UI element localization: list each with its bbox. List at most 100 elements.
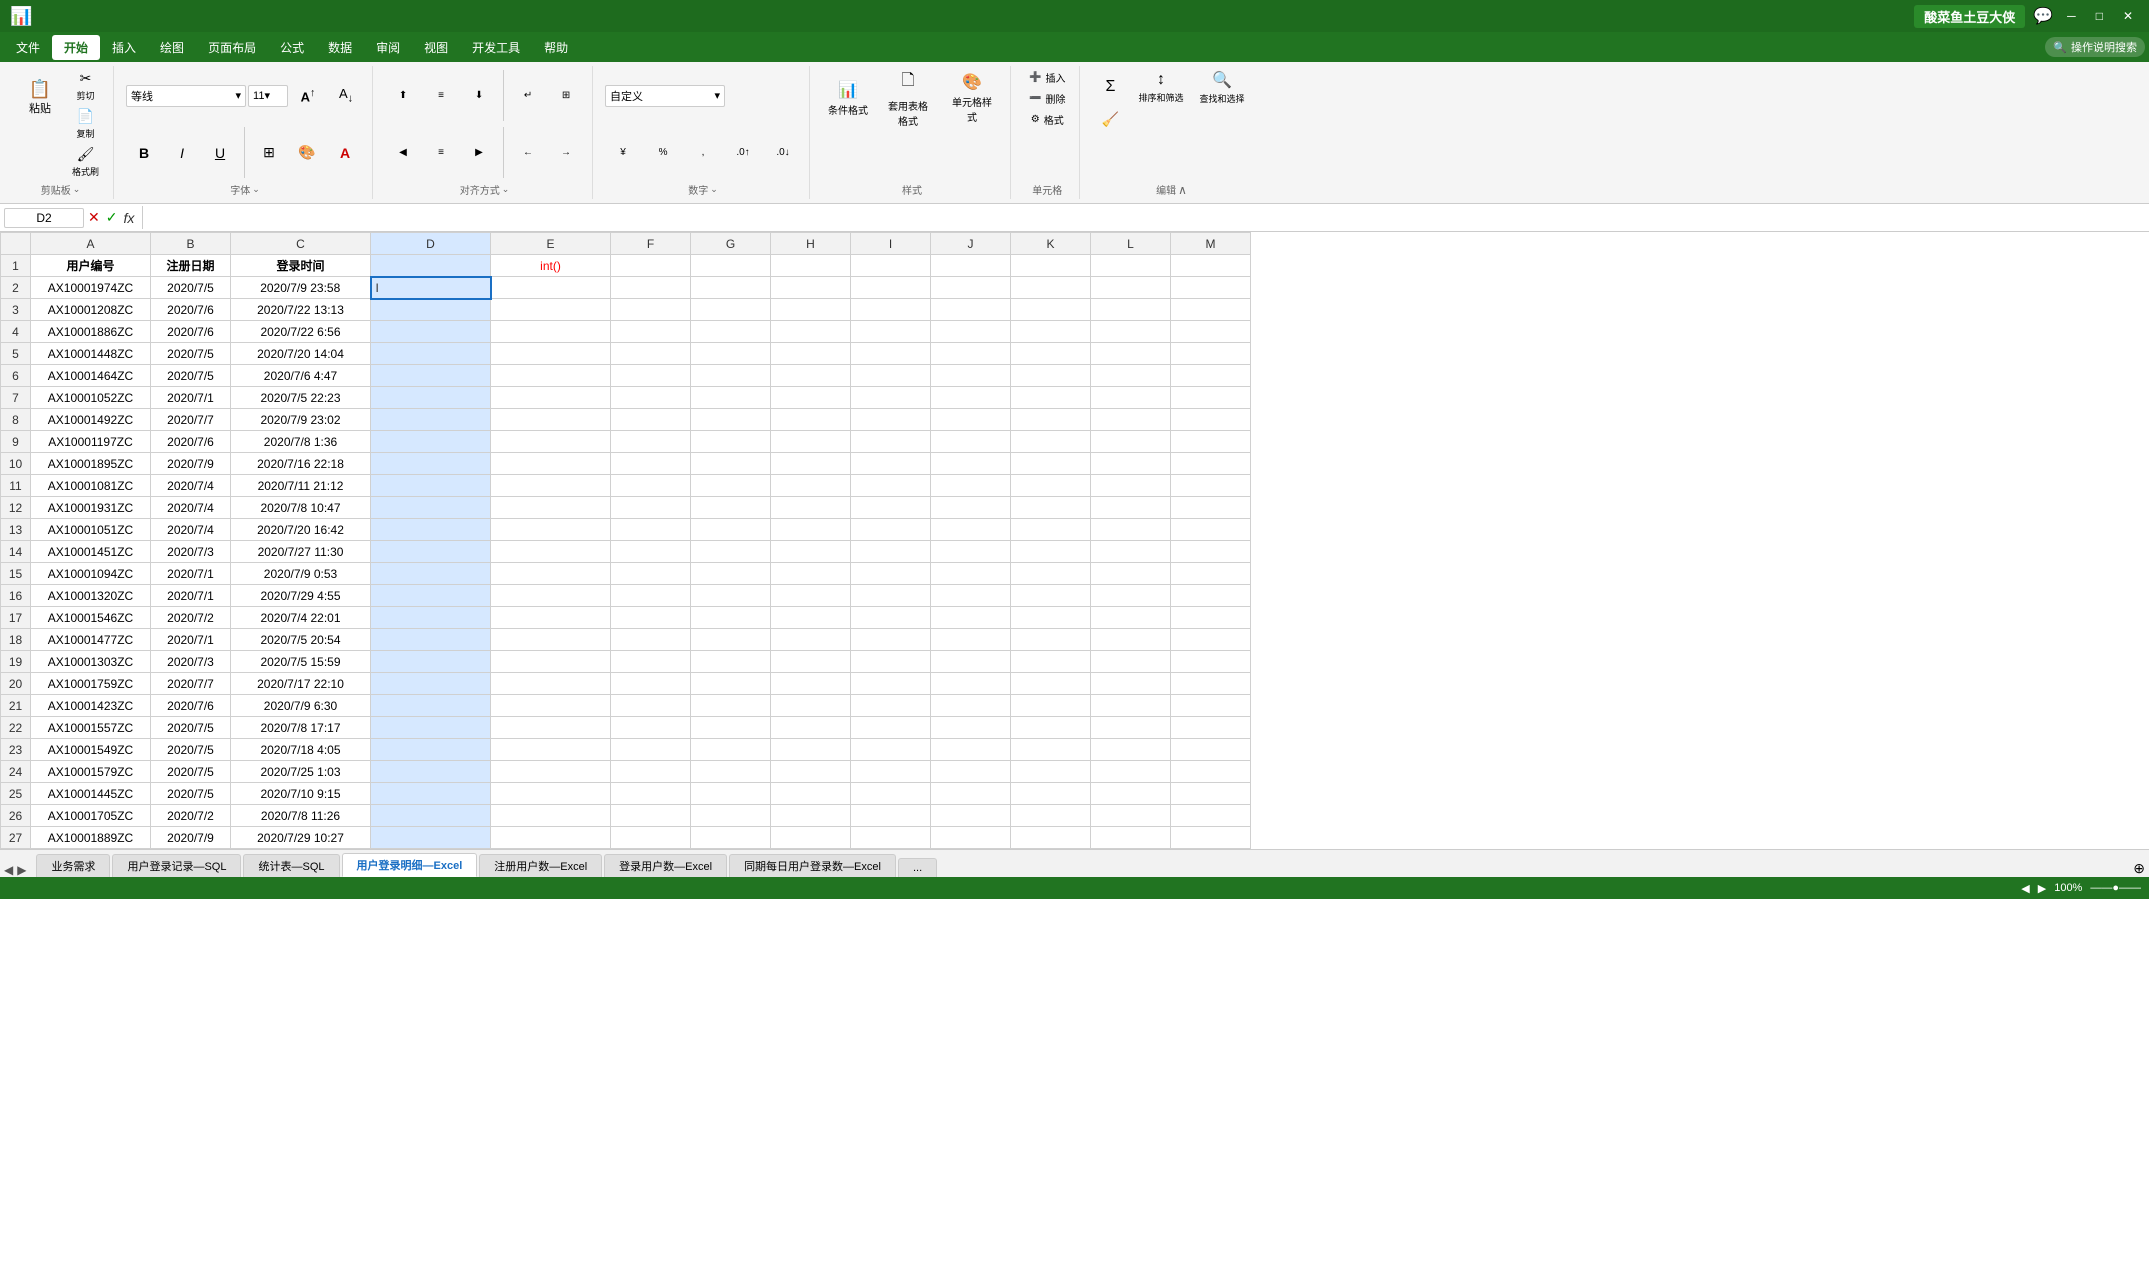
menu-search[interactable]: 🔍 操作说明搜索 (2045, 37, 2145, 57)
cell-a23[interactable]: AX10001549ZC (31, 739, 151, 761)
cell-i23[interactable] (851, 739, 931, 761)
cell-a16[interactable]: AX10001320ZC (31, 585, 151, 607)
font-color-button[interactable]: A (327, 143, 363, 163)
cell-d27[interactable] (371, 827, 491, 849)
col-header-h[interactable]: H (771, 233, 851, 255)
cell-h26[interactable] (771, 805, 851, 827)
cell-e18[interactable] (491, 629, 611, 651)
cell-k3[interactable] (1011, 299, 1091, 321)
cell-e2[interactable] (491, 277, 611, 299)
cell-m11[interactable] (1171, 475, 1251, 497)
cell-c2[interactable]: 2020/7/9 23:58 (231, 277, 371, 299)
font-size-selector[interactable]: 11 ▾ (248, 85, 288, 107)
cell-k14[interactable] (1011, 541, 1091, 563)
sheet-tab-more[interactable]: ... (898, 858, 937, 877)
cell-m21[interactable] (1171, 695, 1251, 717)
cell-i26[interactable] (851, 805, 931, 827)
cell-i10[interactable] (851, 453, 931, 475)
cell-j22[interactable] (931, 717, 1011, 739)
cell-b27[interactable]: 2020/7/9 (151, 827, 231, 849)
cell-a19[interactable]: AX10001303ZC (31, 651, 151, 673)
cell-m14[interactable] (1171, 541, 1251, 563)
cell-j4[interactable] (931, 321, 1011, 343)
cell-h20[interactable] (771, 673, 851, 695)
cell-c27[interactable]: 2020/7/29 10:27 (231, 827, 371, 849)
cell-i24[interactable] (851, 761, 931, 783)
cell-c5[interactable]: 2020/7/20 14:04 (231, 343, 371, 365)
cell-d22[interactable] (371, 717, 491, 739)
cell-j18[interactable] (931, 629, 1011, 651)
cell-j7[interactable] (931, 387, 1011, 409)
conditional-format-button[interactable]: 📊 条件格式 (822, 68, 874, 128)
cell-b7[interactable]: 2020/7/1 (151, 387, 231, 409)
cell-b21[interactable]: 2020/7/6 (151, 695, 231, 717)
cell-e9[interactable] (491, 431, 611, 453)
cell-c14[interactable]: 2020/7/27 11:30 (231, 541, 371, 563)
scroll-right-icon[interactable]: ▶ (2038, 882, 2046, 895)
cell-e4[interactable] (491, 321, 611, 343)
cell-j8[interactable] (931, 409, 1011, 431)
cell-c16[interactable]: 2020/7/29 4:55 (231, 585, 371, 607)
cell-j23[interactable] (931, 739, 1011, 761)
cell-k8[interactable] (1011, 409, 1091, 431)
paste-button[interactable]: 📋 粘贴 (16, 68, 64, 128)
cell-d12[interactable] (371, 497, 491, 519)
cell-i1[interactable] (851, 255, 931, 277)
cell-i21[interactable] (851, 695, 931, 717)
cell-g1[interactable] (691, 255, 771, 277)
cell-f11[interactable] (611, 475, 691, 497)
cell-k23[interactable] (1011, 739, 1091, 761)
cell-e13[interactable] (491, 519, 611, 541)
decimal-inc-button[interactable]: .0↑ (725, 145, 761, 160)
currency-button[interactable]: ¥ (605, 145, 641, 160)
cell-m20[interactable] (1171, 673, 1251, 695)
cell-b12[interactable]: 2020/7/4 (151, 497, 231, 519)
decimal-dec-button[interactable]: .0↓ (765, 145, 801, 160)
cell-e19[interactable] (491, 651, 611, 673)
number-format-dropdown[interactable]: 自定义 ▾ (605, 85, 725, 107)
cell-h10[interactable] (771, 453, 851, 475)
cell-b8[interactable]: 2020/7/7 (151, 409, 231, 431)
cell-m12[interactable] (1171, 497, 1251, 519)
cell-d13[interactable] (371, 519, 491, 541)
cell-g3[interactable] (691, 299, 771, 321)
cell-l17[interactable] (1091, 607, 1171, 629)
cell-h12[interactable] (771, 497, 851, 519)
col-header-j[interactable]: J (931, 233, 1011, 255)
close-icon[interactable]: ✕ (2117, 9, 2139, 23)
cell-e16[interactable] (491, 585, 611, 607)
sort-filter-button[interactable]: ↕ 排序和筛选 (1132, 68, 1189, 107)
cell-e12[interactable] (491, 497, 611, 519)
cell-m5[interactable] (1171, 343, 1251, 365)
find-select-button[interactable]: 🔍 查找和选择 (1193, 68, 1250, 107)
cell-e15[interactable] (491, 563, 611, 585)
cell-b19[interactable]: 2020/7/3 (151, 651, 231, 673)
sheet-tab-excel-regusers[interactable]: 注册用户数—Excel (479, 854, 602, 877)
cell-h1[interactable] (771, 255, 851, 277)
cell-e10[interactable] (491, 453, 611, 475)
underline-button[interactable]: U (202, 143, 238, 163)
right-align-button[interactable]: ▶ (461, 145, 497, 160)
cell-f6[interactable] (611, 365, 691, 387)
cell-a15[interactable]: AX10001094ZC (31, 563, 151, 585)
next-sheet-icon[interactable]: ▶ (17, 863, 26, 877)
cell-d4[interactable] (371, 321, 491, 343)
cell-d8[interactable] (371, 409, 491, 431)
copy-button[interactable]: 📄 复制 (66, 106, 105, 142)
cell-m23[interactable] (1171, 739, 1251, 761)
cell-i18[interactable] (851, 629, 931, 651)
cell-c3[interactable]: 2020/7/22 13:13 (231, 299, 371, 321)
cell-m2[interactable] (1171, 277, 1251, 299)
cell-j21[interactable] (931, 695, 1011, 717)
cell-g5[interactable] (691, 343, 771, 365)
cell-j6[interactable] (931, 365, 1011, 387)
cell-f5[interactable] (611, 343, 691, 365)
cell-g16[interactable] (691, 585, 771, 607)
cell-b14[interactable]: 2020/7/3 (151, 541, 231, 563)
cell-l24[interactable] (1091, 761, 1171, 783)
cell-l13[interactable] (1091, 519, 1171, 541)
cell-g10[interactable] (691, 453, 771, 475)
cell-d1[interactable] (371, 255, 491, 277)
cell-h3[interactable] (771, 299, 851, 321)
cell-l5[interactable] (1091, 343, 1171, 365)
